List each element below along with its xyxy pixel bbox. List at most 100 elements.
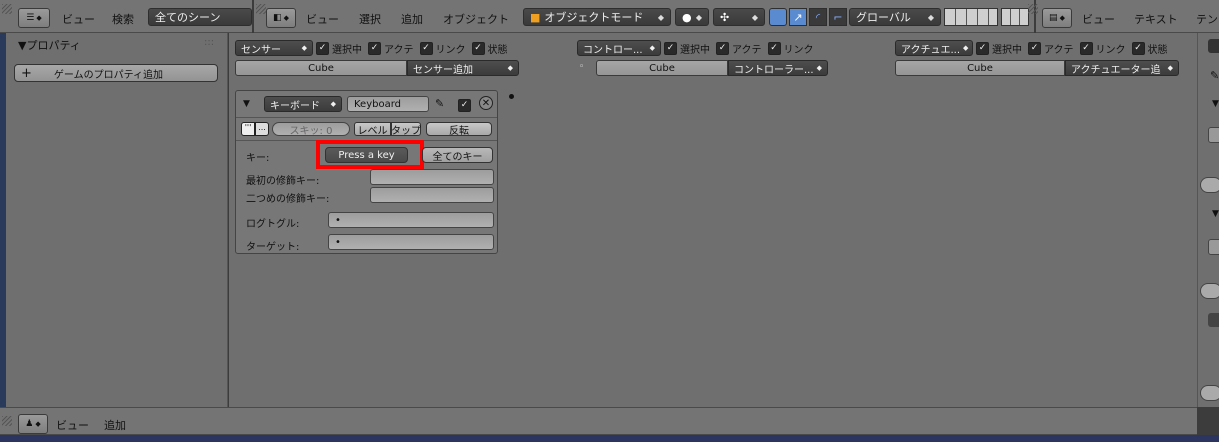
panel-button[interactable]	[1208, 239, 1219, 255]
press-a-key-button[interactable]: Press a key	[325, 147, 408, 163]
actuator-link-checkbox[interactable]: ✓ リンク	[1079, 41, 1126, 56]
second-modifier-button[interactable]	[370, 187, 494, 203]
left-panel-edge	[0, 33, 6, 407]
actuator-object-name[interactable]: Cube	[895, 60, 1065, 76]
second-modifier-label: 二つめの修飾キー:	[246, 194, 330, 205]
translate-manipulator-icon[interactable]: ↗	[789, 8, 807, 26]
area-corner-handle[interactable]	[2, 4, 12, 14]
keyboard-sensor-box: ▼ キーボード ◆ Keyboard ✎ ✓ ✕ ''' ... スキッ: 0 レ…	[235, 90, 498, 254]
panel-button[interactable]	[1208, 39, 1219, 53]
pulse-false-button[interactable]: ...	[255, 122, 269, 136]
skip-field[interactable]: スキッ: 0	[272, 122, 350, 137]
chevron-updown-icon: ◆	[657, 12, 664, 22]
chevron-updown-icon: ◆	[35, 420, 41, 428]
orientation-select[interactable]: グローバル ◆	[849, 8, 941, 26]
editor-type-button[interactable]: ◧ ◆	[266, 8, 296, 28]
editor-type-button[interactable]: ▤ ◆	[1042, 8, 1072, 28]
menu-template[interactable]: テン	[1196, 11, 1218, 27]
mode-select[interactable]: ■ オブジェクトモード ◆	[523, 8, 671, 26]
menu-text[interactable]: テキスト	[1134, 11, 1178, 27]
controller-selected-checkbox[interactable]: ✓ 選択中	[664, 41, 710, 56]
add-sensor-select[interactable]: センサー追加 ◆	[407, 60, 519, 76]
chevron-updown-icon: ◆	[301, 44, 307, 52]
controller-socket-icon[interactable]: ◦	[579, 62, 584, 72]
actuator-checkboxes: ✓ 選択中 ✓ アクテ ✓ リンク ✓ 状態	[976, 41, 1174, 56]
panel-button[interactable]	[1208, 127, 1219, 143]
menu-search[interactable]: 検索	[112, 11, 134, 27]
tap-button[interactable]: タップ	[391, 122, 421, 137]
actuator-state-checkbox[interactable]: ✓ 状態	[1131, 41, 1168, 56]
menu-view[interactable]: ビュー	[1082, 11, 1115, 27]
target-field[interactable]: •	[328, 234, 494, 250]
sensor-name-field[interactable]: Keyboard	[347, 96, 429, 112]
rotate-manipulator-icon[interactable]: ◜	[809, 8, 827, 26]
invert-button[interactable]: 反転	[426, 122, 492, 137]
menu-view[interactable]: ビュー	[62, 11, 95, 27]
pin-icon[interactable]: ✎	[1210, 69, 1219, 82]
chevron-updown-icon: ◆	[1167, 64, 1173, 72]
shading-select[interactable]: ● ◆	[675, 8, 709, 26]
manipulator-toggle[interactable]	[769, 8, 787, 26]
area-corner-handle[interactable]	[2, 416, 12, 426]
editor-type-button[interactable]: ♟ ◆	[18, 414, 48, 434]
sensor-link-checkbox[interactable]: ✓ リンク	[419, 41, 466, 56]
layer-buttons-2[interactable]	[1001, 8, 1029, 26]
menu-view[interactable]: ビュー	[56, 417, 89, 433]
collapse-triangle-icon[interactable]: ▼	[243, 99, 250, 109]
pivot-select[interactable]: ✣ ◆	[713, 8, 765, 26]
outliner-icon: ☰	[26, 13, 35, 23]
controller-active-checkbox[interactable]: ✓ アクテ	[716, 41, 762, 56]
solid-shading-icon: ●	[682, 10, 692, 24]
sensor-type-select[interactable]: キーボード ◆	[264, 96, 342, 112]
menu-view[interactable]: ビュー	[306, 11, 339, 27]
panel-field[interactable]	[1200, 385, 1219, 401]
check-icon: ✓	[419, 42, 433, 55]
panel-field[interactable]	[1200, 177, 1219, 193]
add-game-property-button[interactable]: + ゲームのプロパティ追加	[14, 64, 218, 82]
pulse-true-button[interactable]: '''	[241, 122, 255, 136]
scale-manipulator-icon[interactable]: ⌐	[829, 8, 847, 26]
layer-buttons[interactable]	[944, 8, 998, 26]
drag-handle-icon[interactable]: :::	[204, 37, 214, 48]
controller-object-name[interactable]: Cube	[596, 60, 728, 76]
sensor-filter-select[interactable]: センサー ◆	[235, 40, 313, 56]
panel-button[interactable]	[1208, 313, 1219, 327]
sensor-object-name[interactable]: Cube	[235, 60, 407, 76]
sensor-selected-checkbox[interactable]: ✓ 選択中	[316, 41, 362, 56]
actuator-active-checkbox[interactable]: ✓ アクテ	[1028, 41, 1074, 56]
close-icon[interactable]: ✕	[479, 96, 493, 110]
add-controller-select[interactable]: コントローラー... ◆	[728, 60, 828, 76]
panel-field[interactable]	[1200, 283, 1219, 299]
editor-type-button[interactable]: ☰ ◆	[18, 8, 50, 28]
actuator-selected-checkbox[interactable]: ✓ 選択中	[976, 41, 1022, 56]
scene-select[interactable]: 全てのシーン	[148, 8, 252, 26]
actuator-filter-select[interactable]: アクチュエ... ◆	[895, 40, 973, 56]
properties-title[interactable]: ▼プロパティ	[18, 37, 81, 53]
level-button[interactable]: レベル	[354, 122, 391, 137]
collapse-triangle-icon[interactable]: ▼	[1212, 209, 1219, 219]
add-actuator-select[interactable]: アクチュエーター追 ◆	[1065, 60, 1179, 76]
bottom-header: ♟ ◆ ビュー 追加	[0, 407, 1197, 435]
chevron-updown-icon: ◆	[963, 44, 969, 52]
sensor-state-checkbox[interactable]: ✓ 状態	[471, 41, 508, 56]
menu-select[interactable]: 選択	[359, 11, 381, 27]
all-keys-button[interactable]: 全てのキー	[422, 147, 493, 163]
first-modifier-button[interactable]	[370, 169, 494, 185]
controller-link-checkbox[interactable]: ✓ リンク	[767, 41, 814, 56]
pin-icon[interactable]: ✎	[435, 97, 444, 110]
menu-object[interactable]: オブジェクト	[443, 11, 509, 27]
sensor-enable-checkbox[interactable]: ✓	[458, 99, 471, 112]
area-corner-handle[interactable]	[256, 4, 266, 14]
collapse-triangle-icon[interactable]: ▼	[1212, 99, 1219, 109]
sensor-output-socket[interactable]	[509, 94, 514, 99]
taskbar-strip	[0, 435, 1219, 442]
check-icon: ✓	[1131, 42, 1145, 55]
menu-add[interactable]: 追加	[104, 417, 126, 433]
sensor-active-checkbox[interactable]: ✓ アクテ	[368, 41, 414, 56]
controller-filter-select[interactable]: コントロー... ◆	[577, 40, 661, 56]
check-icon: ✓	[1079, 42, 1093, 55]
sensor-checkboxes: ✓ 選択中 ✓ アクテ ✓ リンク ✓ 状態	[316, 41, 514, 56]
menu-add[interactable]: 追加	[401, 11, 423, 27]
log-toggle-field[interactable]: •	[328, 212, 494, 228]
area-corner-handle[interactable]	[1028, 4, 1038, 14]
